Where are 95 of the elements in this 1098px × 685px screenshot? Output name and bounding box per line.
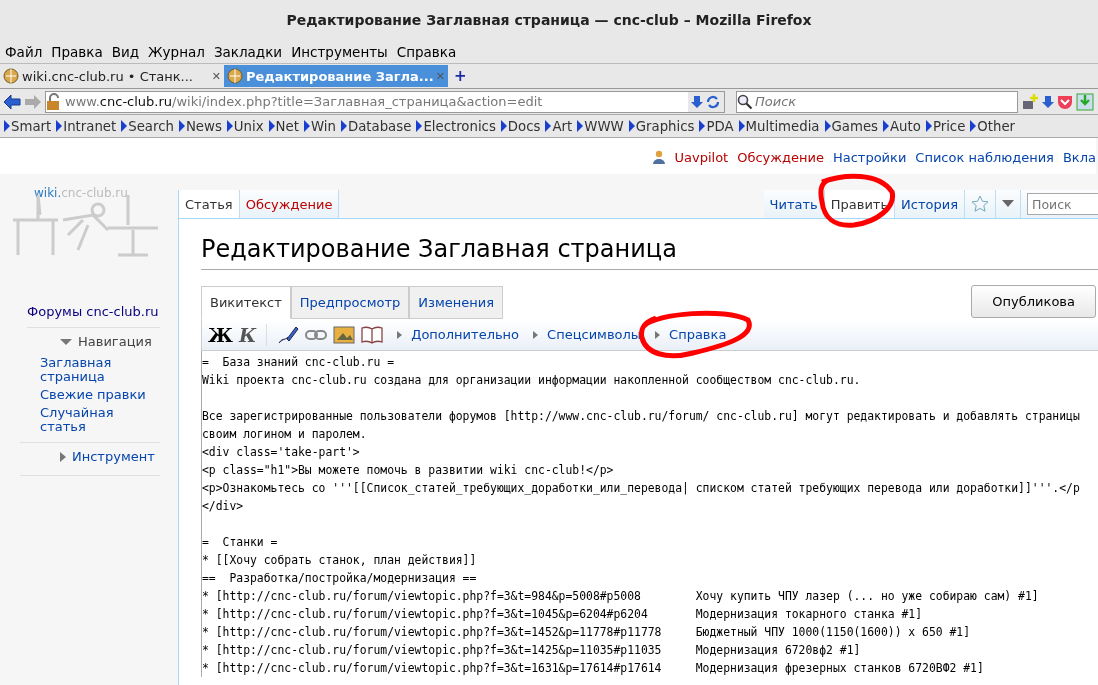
user-menu-link[interactable]: Список наблюдения — [915, 149, 1054, 165]
bookmark-folder[interactable]: Price — [925, 118, 966, 134]
toolbar-section-link[interactable]: Спецсимволы — [533, 327, 642, 342]
bookmark-folder[interactable]: Intranet — [56, 118, 117, 134]
bookmark-folder[interactable]: Search — [121, 118, 174, 134]
code-line: * [[Хочу собрать станок, план действия]] — [202, 552, 478, 569]
page-heading: Редактирование Заглавная страница — [201, 235, 1098, 270]
bookmark-folder[interactable]: Electronics — [416, 118, 496, 134]
down-arrow-icon[interactable] — [691, 94, 703, 109]
sidebar-link[interactable]: Форумы cnc-club.ru — [27, 304, 160, 328]
editor-tab[interactable]: Изменения — [409, 286, 503, 319]
search-field[interactable]: Поиск — [736, 90, 1018, 113]
page-tab[interactable]: Читать — [763, 190, 825, 218]
signature-pen-icon[interactable] — [277, 324, 300, 345]
code-line: * [http://cnc-club.ru/forum/viewtopic.php?f=3&t=984&p=5008#p5008 Хочу купить ЧПУ лазер (... но уже собираю сам) #1] — [202, 588, 1040, 605]
sidebar-link[interactable]: Случайная статья — [40, 406, 160, 434]
user-menu-link[interactable]: Обсуждение — [737, 149, 824, 165]
browser-tab[interactable]: wiki.cnc-club.ru • Станк... ✕ — [0, 65, 224, 87]
close-icon[interactable]: ✕ — [211, 69, 221, 83]
globe-icon — [227, 68, 243, 84]
padlock-icon — [46, 92, 62, 111]
code-line: <p>Ознакомьтесь со '''[[Список_статей_требующих_доработки_или_перевода| списком статей требующих перевода или доработки]]'''.</p — [202, 480, 1081, 497]
chain-link-icon[interactable] — [305, 328, 328, 341]
code-line: </div> — [202, 498, 245, 515]
search-field[interactable]: Поиск — [1027, 193, 1098, 215]
image-icon[interactable] — [333, 325, 356, 344]
down-arrow-icon[interactable] — [1042, 94, 1054, 109]
menu-item[interactable]: Закладки — [213, 43, 283, 60]
bookmark-folder[interactable]: Unix — [226, 118, 264, 134]
code-line: * [http://cnc-club.ru/forum/viewtopic.php?f=3&t=1631&p=17614#p17614 Модернизация фрезерных станков 6720ВФ2 #1] — [202, 660, 985, 677]
bookmark-folder[interactable]: Win — [303, 118, 336, 134]
sidebar-section-toggle[interactable]: Инструмент — [60, 449, 160, 464]
bookmark-folder[interactable]: Docs — [500, 118, 541, 134]
page-tab[interactable]: Статья — [179, 190, 240, 218]
italic-button[interactable]: К — [238, 323, 257, 346]
code-line: <div class='take-part'> — [202, 444, 361, 461]
new-tab-button[interactable]: + — [454, 67, 467, 85]
editor-tab[interactable]: Викитекст — [201, 286, 291, 319]
editor-tab[interactable]: Предпросмотр — [290, 286, 410, 319]
book-icon[interactable] — [361, 325, 384, 344]
search-icon — [737, 93, 753, 110]
bookmark-folder[interactable]: Net — [268, 118, 299, 134]
sidebar-link[interactable]: Заглавная страница — [40, 356, 160, 384]
site-logo[interactable]: wiki.cnc-club.ru — [0, 174, 178, 304]
back-arrow-icon[interactable] — [3, 93, 21, 110]
dropdown-arrow-icon[interactable] — [1002, 200, 1014, 208]
bookmark-folder[interactable]: Auto — [883, 118, 921, 134]
window-title: Редактирование Заглавная страница — cnc-club – Mozilla Firefox — [286, 12, 812, 28]
menu-item[interactable]: Инструменты — [291, 43, 388, 60]
user-menu-link[interactable]: Uavpilot — [674, 149, 729, 165]
user-menu-link[interactable]: Настройки — [832, 149, 907, 165]
code-line: * [http://cnc-club.ru/forum/viewtopic.php?f=3&t=1045&p=6204#p6204 Модернизация токарного станка #1] — [202, 606, 924, 623]
menu-item[interactable]: Вид — [111, 43, 140, 60]
page-tab[interactable]: История — [895, 190, 965, 218]
code-line: = База знаний cnc-club.ru = — [202, 354, 396, 371]
toolbar-section-link[interactable]: Справка — [655, 327, 727, 342]
address-field[interactable]: www.cnc-club.ru/wiki/index.php?title=Заглавная_страница&action=edit — [45, 90, 725, 113]
page-tab[interactable]: Обсуждение — [239, 190, 340, 218]
user-menu-link[interactable]: Вкла — [1062, 149, 1096, 165]
bookmark-folder[interactable]: PDA — [699, 118, 734, 134]
bookmark-folder[interactable]: Multimedia — [738, 118, 820, 134]
menu-item[interactable]: Журнал — [148, 43, 205, 60]
code-line: == Разработка/постройка/модернизация == — [202, 570, 478, 587]
code-line: <p class="h1">Вы можете помочь в развитии wiki cnc-club!</p> — [202, 462, 615, 479]
code-line: = Станки = — [202, 534, 279, 551]
publish-button[interactable]: Опубликова — [971, 285, 1096, 318]
bookmark-folder[interactable]: News — [178, 118, 222, 134]
toolbar-section-link[interactable]: Дополнительно — [397, 327, 520, 342]
star-icon[interactable] — [971, 195, 989, 213]
menu-item[interactable]: Справка — [396, 43, 457, 60]
menu-item[interactable]: Файл — [5, 43, 43, 60]
code-line: своим логином и паролем. — [202, 426, 368, 443]
bookmark-folder[interactable]: Art — [545, 118, 573, 134]
bookmark-folder[interactable]: Smart — [4, 118, 52, 134]
bookmark-folder[interactable]: Graphics — [628, 118, 695, 134]
bookmark-folder[interactable]: Other — [970, 118, 1016, 134]
code-line: * [http://cnc-club.ru/forum/viewtopic.php?f=3&t=1425&p=11035#p11035 Модернизация 6720вф2 #1] — [202, 642, 862, 659]
tab-title: wiki.cnc-club.ru • Станк... — [22, 68, 194, 84]
bold-button[interactable]: Ж — [208, 323, 233, 346]
code-line: Wiki проекта cnc-club.ru создана для организации информации накопленной сообществом cnc-club.ru. — [202, 372, 862, 389]
globe-icon — [3, 68, 19, 84]
tab-title: Редактирование Загла... — [246, 68, 433, 84]
user-icon — [653, 150, 666, 164]
bookmark-folder[interactable]: WWW — [577, 118, 624, 134]
reload-icon[interactable] — [705, 93, 721, 110]
sidebar-link[interactable]: Свежие правки — [40, 388, 160, 402]
addon-icon[interactable] — [1021, 92, 1039, 111]
bookmark-folder[interactable]: Database — [340, 118, 412, 134]
menu-item[interactable]: Правка — [51, 43, 103, 60]
sidebar-section-toggle[interactable]: Навигация — [60, 334, 160, 349]
bookmark-folder[interactable]: Games — [824, 118, 878, 134]
download-icon[interactable] — [1076, 92, 1094, 111]
code-line: Все зарегистрированные пользователи форумов [http://www.cnc-club.ru/forum/ cnc-club.ru] могут редактировать и добавлять страницы — [202, 408, 1081, 425]
pocket-icon[interactable] — [1057, 93, 1073, 110]
code-line: * [http://cnc-club.ru/forum/viewtopic.php?f=3&t=1452&p=11778#p11778 Бюджетный ЧПУ 1000(1150(1600)) x 650 #1] — [202, 624, 972, 641]
